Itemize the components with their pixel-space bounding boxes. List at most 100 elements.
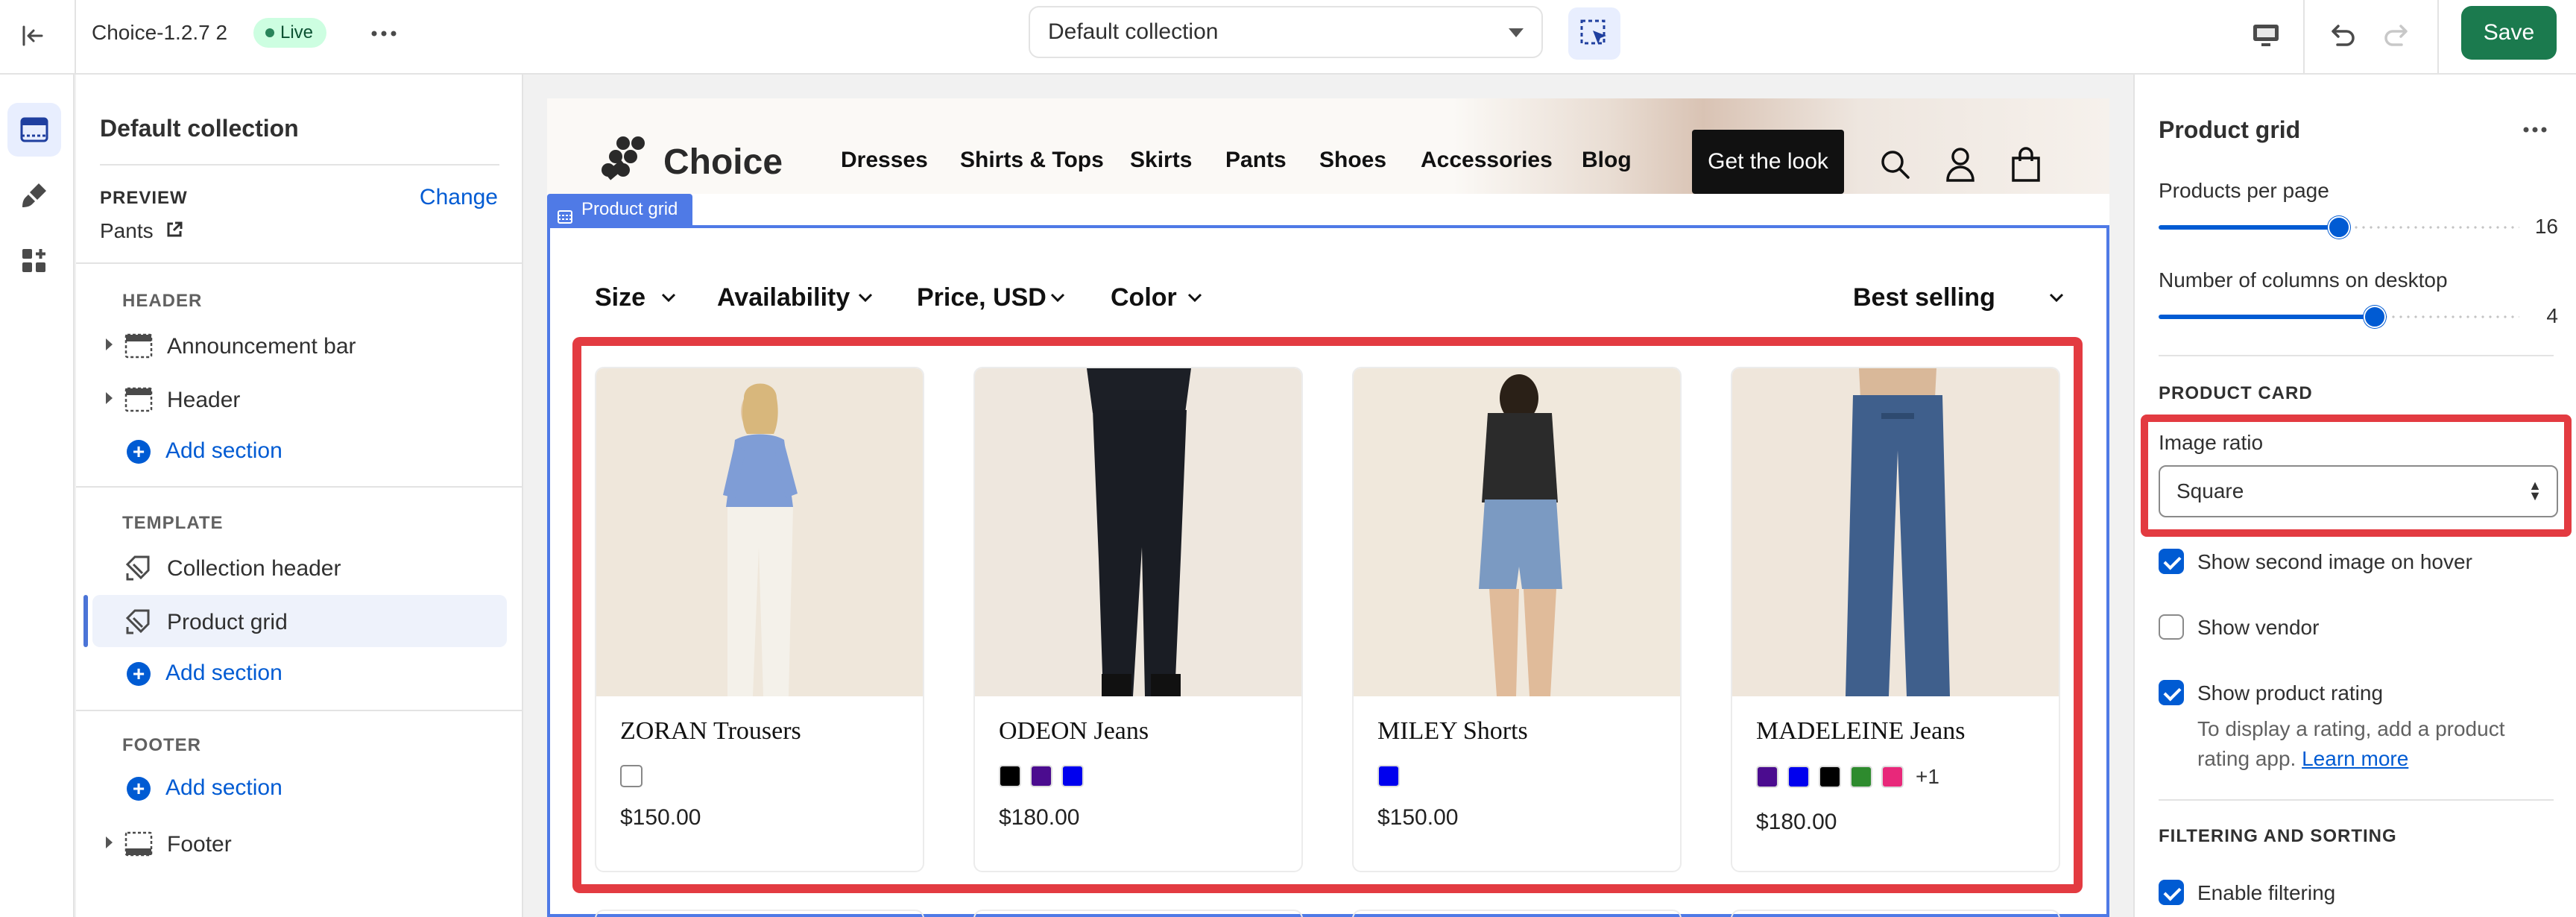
product-card[interactable] <box>1731 910 2060 917</box>
external-link-icon[interactable] <box>165 221 183 242</box>
show-second-image-checkbox[interactable] <box>2159 549 2184 574</box>
divider <box>76 486 523 488</box>
tree-item-header[interactable]: Header <box>92 373 507 425</box>
save-button[interactable]: Save <box>2461 6 2557 60</box>
product-card[interactable] <box>973 910 1303 917</box>
nav-link-blog[interactable]: Blog <box>1582 148 1632 173</box>
image-ratio-select[interactable]: Square ▲ ▼ <box>2159 465 2558 517</box>
nav-link-dresses[interactable]: Dresses <box>841 148 928 173</box>
nav-link-shirts-tops[interactable]: Shirts & Tops <box>960 148 1104 173</box>
nav-link-shoes[interactable]: Shoes <box>1319 148 1386 173</box>
exit-icon[interactable] <box>13 16 52 55</box>
highlight-box <box>572 337 2083 893</box>
theme-settings-tab[interactable] <box>7 168 61 222</box>
sort-select[interactable]: Best selling <box>1853 283 1995 312</box>
expand-icon[interactable] <box>106 338 113 350</box>
rating-help-text: To display a rating, add a product ratin… <box>2197 714 2540 774</box>
apps-icon <box>22 249 45 272</box>
filter-size[interactable]: Size <box>595 283 645 312</box>
more-actions-icon[interactable] <box>367 18 401 49</box>
divider <box>100 164 499 166</box>
chevron-down-icon[interactable] <box>2047 288 2066 311</box>
products-per-page-slider[interactable] <box>2159 216 2519 239</box>
more-options-icon[interactable] <box>2518 116 2552 143</box>
section-icon <box>124 829 154 859</box>
redo-button[interactable] <box>2375 13 2419 58</box>
preview-canvas: Choice Dresses Shirts & Tops Skirts Pant… <box>525 76 2132 917</box>
filter-price[interactable]: Price, USD <box>917 283 1046 312</box>
tree-item-collection-header[interactable]: Collection header <box>92 541 507 593</box>
settings-panel: Product grid Products per page 16 Number… <box>2133 75 2576 917</box>
show-second-image-label[interactable]: Show second image on hover <box>2197 550 2472 574</box>
tree-item-footer[interactable]: Footer <box>92 817 507 869</box>
columns-value: 4 <box>2546 304 2558 327</box>
plus-circle-icon: + <box>127 662 151 686</box>
desktop-icon <box>2253 25 2279 46</box>
enable-filtering-label[interactable]: Enable filtering <box>2197 881 2335 905</box>
apps-tab[interactable] <box>7 234 61 288</box>
collection-select[interactable]: Default collection <box>1029 6 1543 58</box>
product-card[interactable] <box>1352 910 1682 917</box>
change-preview-link[interactable]: Change <box>420 185 498 210</box>
panel-title: Default collection <box>100 115 299 142</box>
product-card-group-label: PRODUCT CARD <box>2159 383 2313 403</box>
get-the-look-button[interactable]: Get the look <box>1692 130 1844 194</box>
filter-color[interactable]: Color <box>1111 283 1177 312</box>
expand-icon[interactable] <box>106 392 113 404</box>
divider <box>76 262 523 264</box>
tree-item-label: Product grid <box>167 610 288 634</box>
tree-item-label: Footer <box>167 832 232 857</box>
section-icon <box>124 385 154 415</box>
live-badge: Live <box>253 18 327 48</box>
top-bar: Choice-1.2.7 2 Live Default collection S… <box>0 0 2576 75</box>
nav-link-pants[interactable]: Pants <box>1225 148 1287 173</box>
preview-value: Pants <box>100 219 154 242</box>
divider <box>76 710 523 711</box>
account-icon[interactable] <box>1941 145 1980 183</box>
show-vendor-label[interactable]: Show vendor <box>2197 616 2319 640</box>
search-icon[interactable] <box>1875 145 1914 183</box>
section-tag-label: Product grid <box>581 199 678 219</box>
chevron-down-icon[interactable] <box>659 288 678 311</box>
section-tag[interactable]: Product grid <box>547 194 693 225</box>
chevron-down-icon[interactable] <box>1185 288 1205 311</box>
enable-filtering-checkbox[interactable] <box>2159 880 2184 905</box>
slider-fill <box>2159 225 2339 230</box>
chevron-down-icon[interactable] <box>856 288 875 311</box>
columns-slider[interactable] <box>2159 306 2519 328</box>
brand-name[interactable]: Choice <box>663 142 783 183</box>
theme-name: Choice-1.2.7 2 <box>92 21 228 44</box>
brand-logo-icon[interactable] <box>595 133 654 185</box>
section-icon <box>124 331 154 361</box>
redo-icon <box>2384 25 2408 46</box>
filter-availability[interactable]: Availability <box>717 283 850 312</box>
cart-icon[interactable] <box>2007 145 2045 183</box>
plus-circle-icon: + <box>127 440 151 464</box>
divider <box>2303 0 2305 75</box>
product-card[interactable] <box>595 910 924 917</box>
tree-item-product-grid[interactable]: Product grid <box>83 595 507 647</box>
undo-button[interactable] <box>2320 13 2364 58</box>
collection-select-value: Default collection <box>1048 19 1219 44</box>
tree-item-announcement-bar[interactable]: Announcement bar <box>92 319 507 371</box>
slider-handle[interactable] <box>2328 216 2350 239</box>
slider-fill <box>2159 315 2375 319</box>
products-per-page-value: 16 <box>2534 215 2558 238</box>
expand-icon[interactable] <box>106 836 113 848</box>
header-group-label: HEADER <box>122 291 203 311</box>
show-vendor-checkbox[interactable] <box>2159 614 2184 640</box>
footer-group-label: FOOTER <box>122 735 201 755</box>
divider <box>2437 0 2439 75</box>
learn-more-link[interactable]: Learn more <box>2302 747 2408 770</box>
chevron-down-icon[interactable] <box>1048 288 1067 311</box>
show-rating-checkbox[interactable] <box>2159 680 2184 705</box>
select-arrows-icon: ▲ ▼ <box>2528 478 2542 503</box>
nav-link-accessories[interactable]: Accessories <box>1421 148 1553 173</box>
sections-tab[interactable] <box>7 103 61 157</box>
show-rating-label[interactable]: Show product rating <box>2197 681 2383 705</box>
nav-link-skirts[interactable]: Skirts <box>1130 148 1192 173</box>
inspector-toggle-button[interactable] <box>1568 7 1620 60</box>
slider-handle[interactable] <box>2364 306 2386 328</box>
desktop-preview-button[interactable] <box>2244 13 2288 58</box>
undo-icon <box>2332 25 2355 46</box>
